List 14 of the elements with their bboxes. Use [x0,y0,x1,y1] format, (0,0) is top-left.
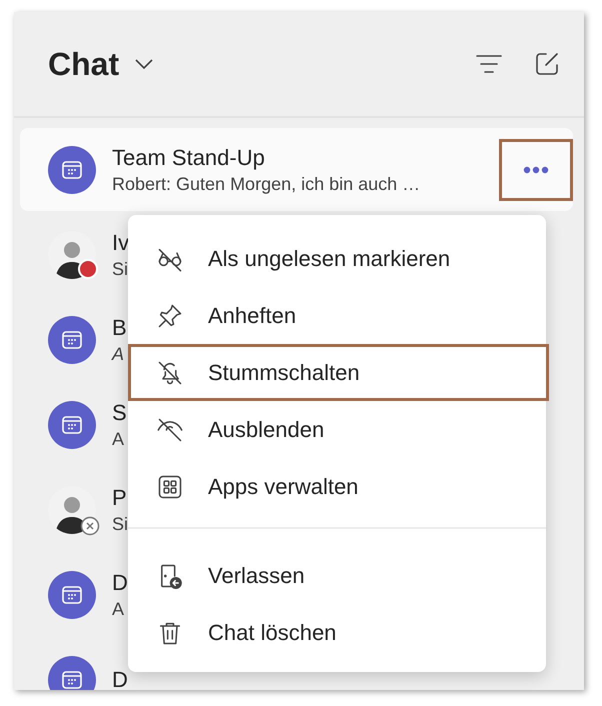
chat-preview: Robert: Guten Morgen, ich bin auch … [112,172,420,196]
chat-preview: Si [112,258,128,280]
chat-preview: A [112,342,124,366]
chat-name: B [112,314,127,342]
chat-preview: A [112,598,124,620]
chat-name: P [112,484,127,512]
chat-name: S [112,398,127,426]
chat-name: D [112,666,128,690]
chat-preview: A [112,428,124,450]
chat-preview: Si [112,512,128,536]
chat-name: D [112,568,128,596]
chat-title: Chat [48,46,120,82]
chat-name: Iv [112,228,130,256]
chat-name: Team Stand-Up [112,144,265,172]
